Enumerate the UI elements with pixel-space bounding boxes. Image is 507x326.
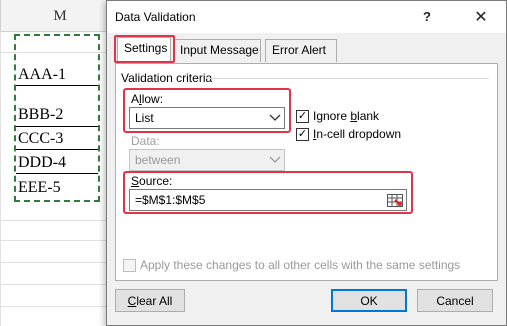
data-dropdown: between <box>129 149 285 171</box>
cell-m1[interactable]: AAA-1 <box>18 66 98 84</box>
in-cell-dropdown-label: In-cell dropdown <box>313 127 402 141</box>
cell-m2[interactable]: BBB-2 <box>18 106 98 124</box>
validation-criteria-label: Validation criteria <box>121 71 213 85</box>
data-label: Data: <box>131 134 160 148</box>
grid-line <box>0 240 110 241</box>
ok-button[interactable]: OK <box>331 289 407 312</box>
ignore-blank-check-icon[interactable]: ✓ <box>296 109 309 123</box>
grid-line <box>0 220 110 221</box>
settings-tab-highlight <box>114 35 175 63</box>
group-divider <box>207 78 489 79</box>
tab-input-message[interactable]: Input Message <box>173 39 261 62</box>
chevron-down-icon <box>266 150 284 170</box>
grid-line <box>0 284 110 285</box>
in-cell-dropdown-check-icon[interactable]: ✓ <box>296 127 309 141</box>
apply-all-checkbox: Apply these changes to all other cells w… <box>123 258 460 272</box>
cell-border <box>16 85 98 86</box>
cell-border <box>16 173 98 174</box>
clear-all-button[interactable]: Clear All <box>115 289 185 312</box>
selected-range[interactable]: AAA-1 BBB-2 CCC-3 DDD-4 EEE-5 <box>14 34 100 202</box>
cell-border <box>16 149 98 150</box>
allow-label: Allow: <box>131 92 164 106</box>
cell-m3[interactable]: CCC-3 <box>18 130 98 148</box>
apply-all-label: Apply these changes to all other cells w… <box>140 258 461 272</box>
source-label: Source: <box>131 174 173 188</box>
source-input[interactable]: =$M$1:$M$5 <box>129 189 407 211</box>
data-validation-dialog: Data Validation ? ✕ Settings Input Messa… <box>106 0 507 326</box>
grid-line <box>0 32 1 326</box>
close-button[interactable]: ✕ <box>459 1 503 32</box>
chevron-down-icon[interactable] <box>266 108 284 128</box>
source-value: =$M$1:$M$5 <box>135 193 206 207</box>
column-header-label: M <box>53 8 67 24</box>
help-button[interactable]: ? <box>405 1 449 32</box>
cell-m5[interactable]: EEE-5 <box>18 179 98 197</box>
cell-m4[interactable]: DDD-4 <box>18 154 98 172</box>
grid-line <box>0 262 110 263</box>
dialog-title: Data Validation <box>115 10 196 24</box>
data-value: between <box>135 153 181 167</box>
apply-all-check-icon <box>123 258 136 272</box>
in-cell-dropdown-checkbox[interactable]: ✓ In-cell dropdown <box>296 127 401 141</box>
cancel-button[interactable]: Cancel <box>417 289 493 312</box>
collapse-dialog-icon[interactable] <box>385 191 405 209</box>
cell-border <box>16 126 98 127</box>
settings-panel <box>115 63 498 281</box>
allow-value: List <box>135 111 154 125</box>
allow-dropdown[interactable]: List <box>129 107 285 129</box>
column-header-m[interactable]: M <box>0 0 120 32</box>
ignore-blank-label: Ignore blank <box>313 109 380 123</box>
grid-line <box>0 306 110 307</box>
column-divider <box>0 0 1 32</box>
tab-error-alert[interactable]: Error Alert <box>265 39 337 62</box>
title-bar[interactable]: Data Validation ? ✕ <box>107 1 506 33</box>
ignore-blank-checkbox[interactable]: ✓ Ignore blank <box>296 109 379 123</box>
